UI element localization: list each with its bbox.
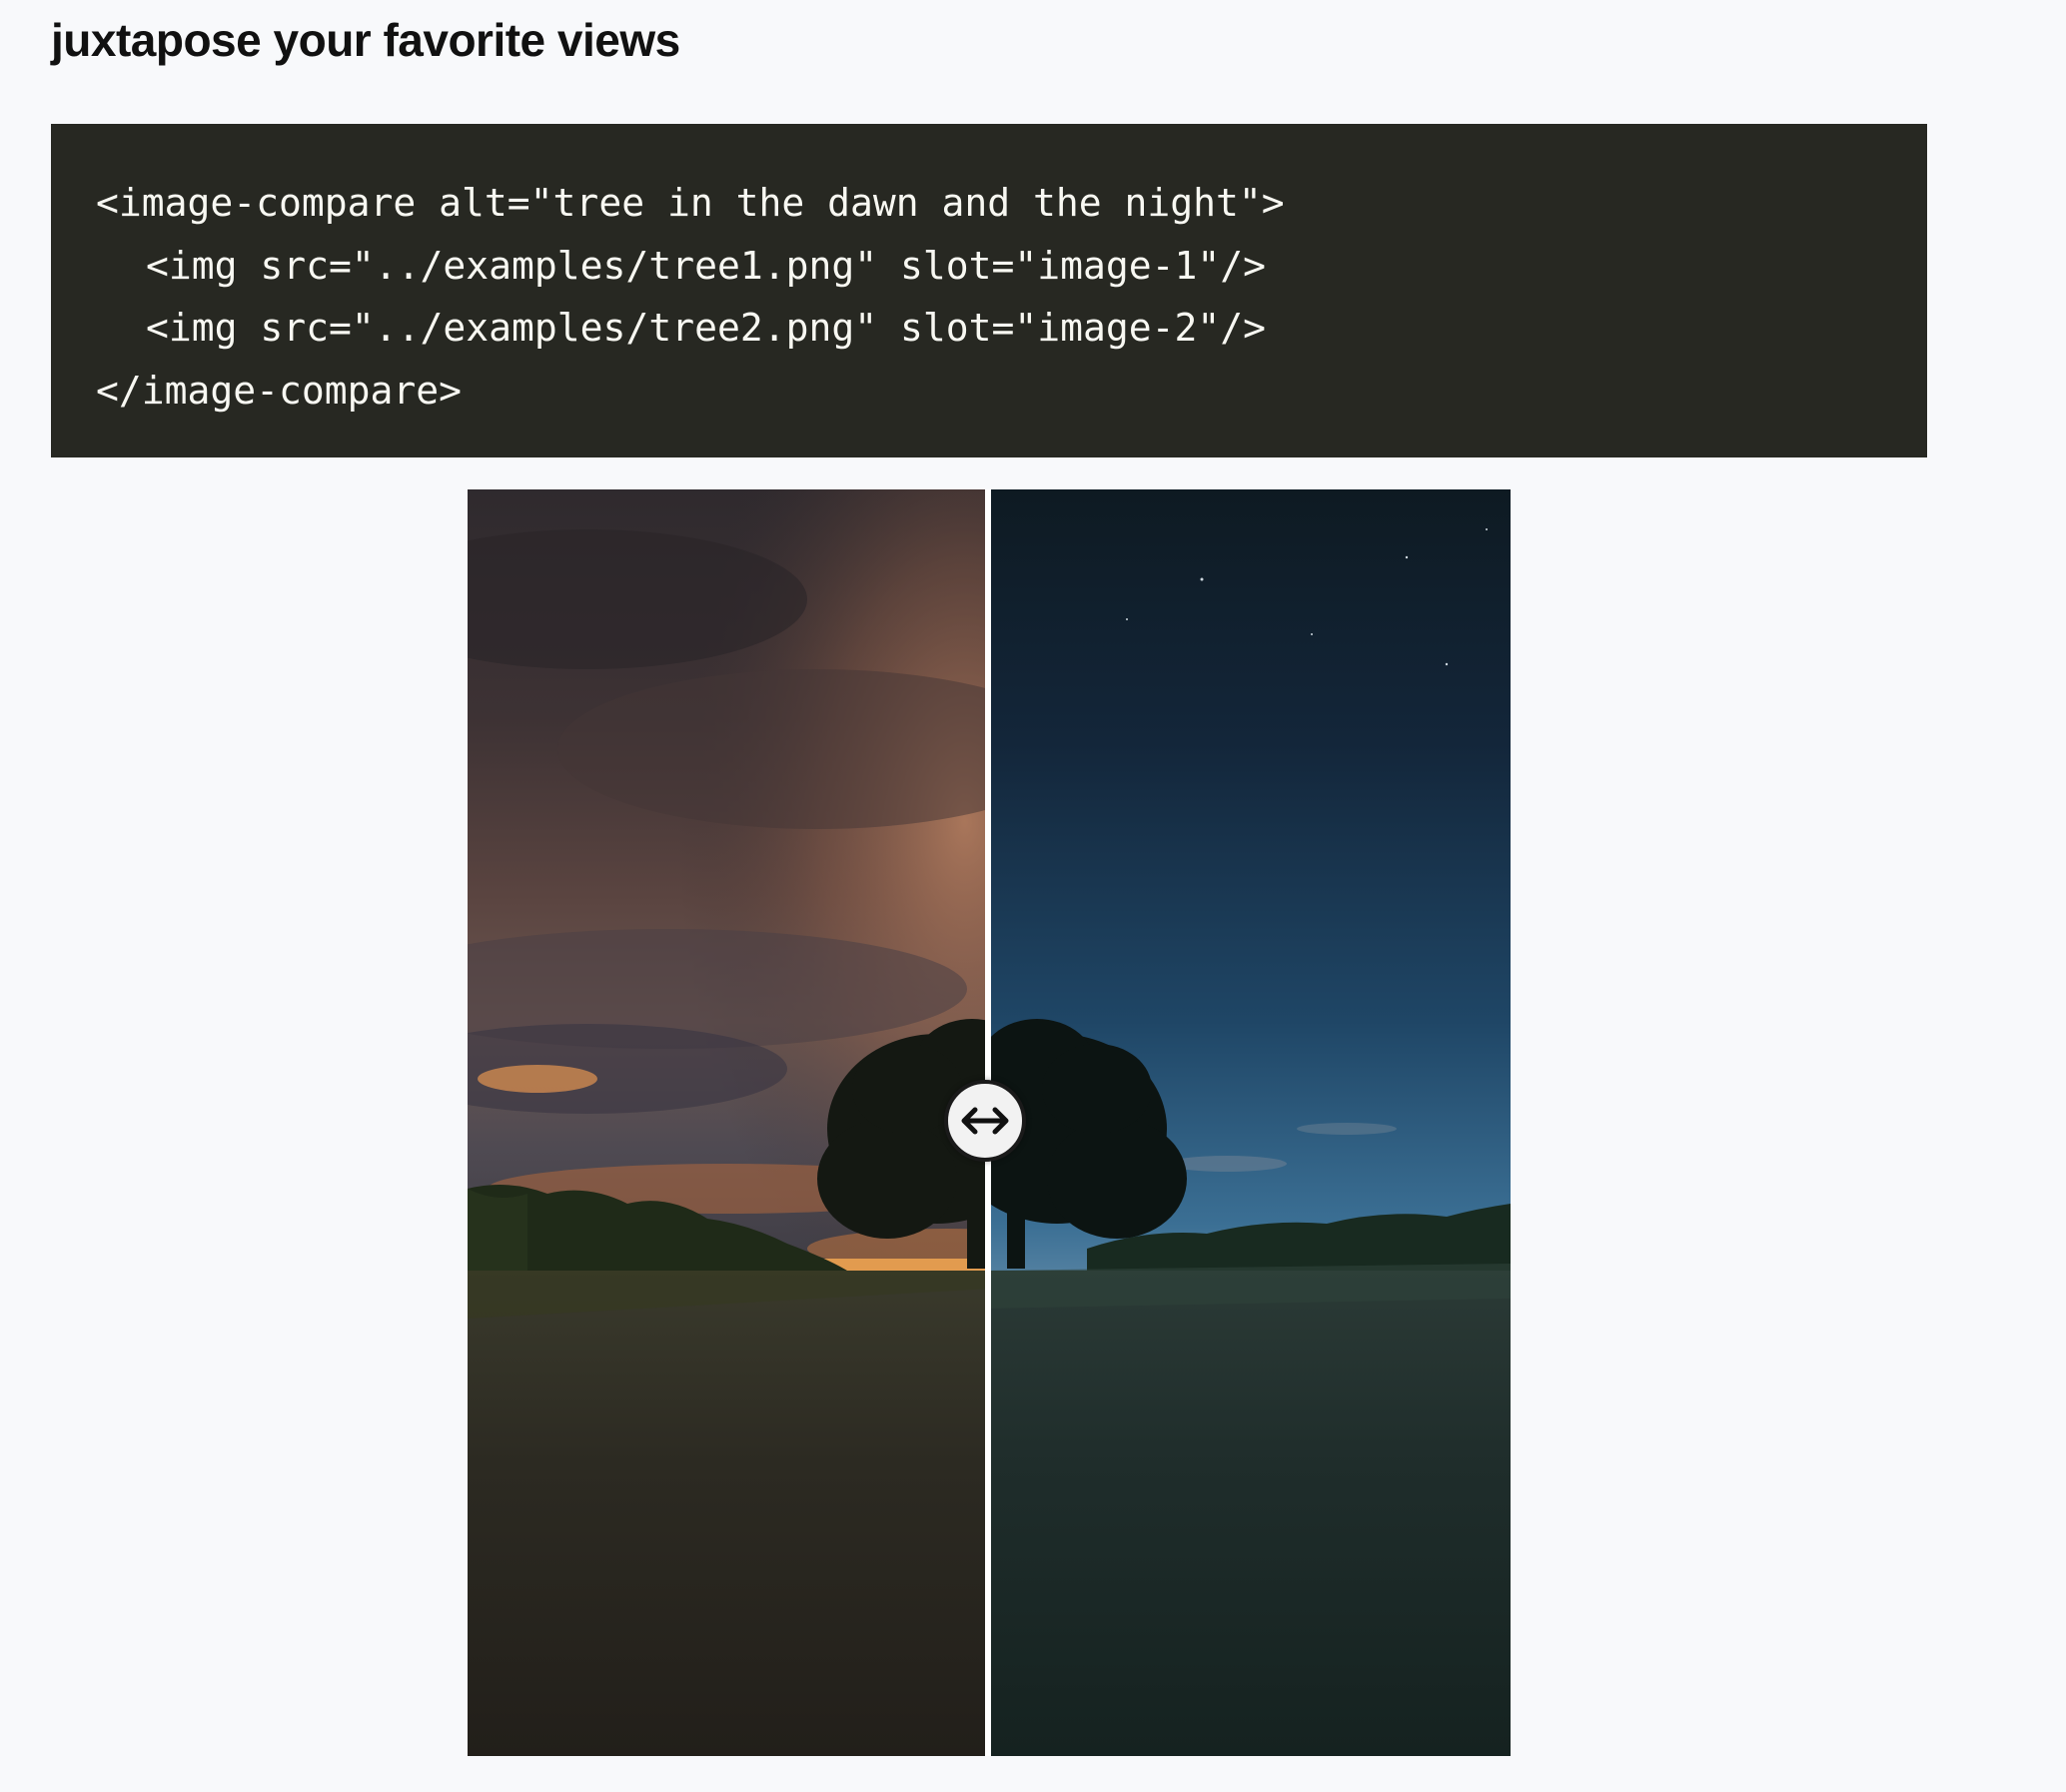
slider-handle[interactable] xyxy=(944,1080,1026,1162)
code-line: <img src="../examples/tree2.png" slot="i… xyxy=(146,306,1267,350)
code-line: <img src="../examples/tree1.png" slot="i… xyxy=(146,243,1267,288)
night-image xyxy=(991,489,1511,1756)
image-compare-widget[interactable] xyxy=(468,489,1511,1756)
left-right-arrow-icon xyxy=(961,1107,1009,1135)
code-block: <image-compare alt="tree in the dawn and… xyxy=(51,124,1927,457)
code-line: <image-compare alt="tree in the dawn and… xyxy=(96,181,1285,225)
code-line: </image-compare> xyxy=(96,368,463,413)
page-title: juxtapose your favorite views xyxy=(51,14,680,66)
